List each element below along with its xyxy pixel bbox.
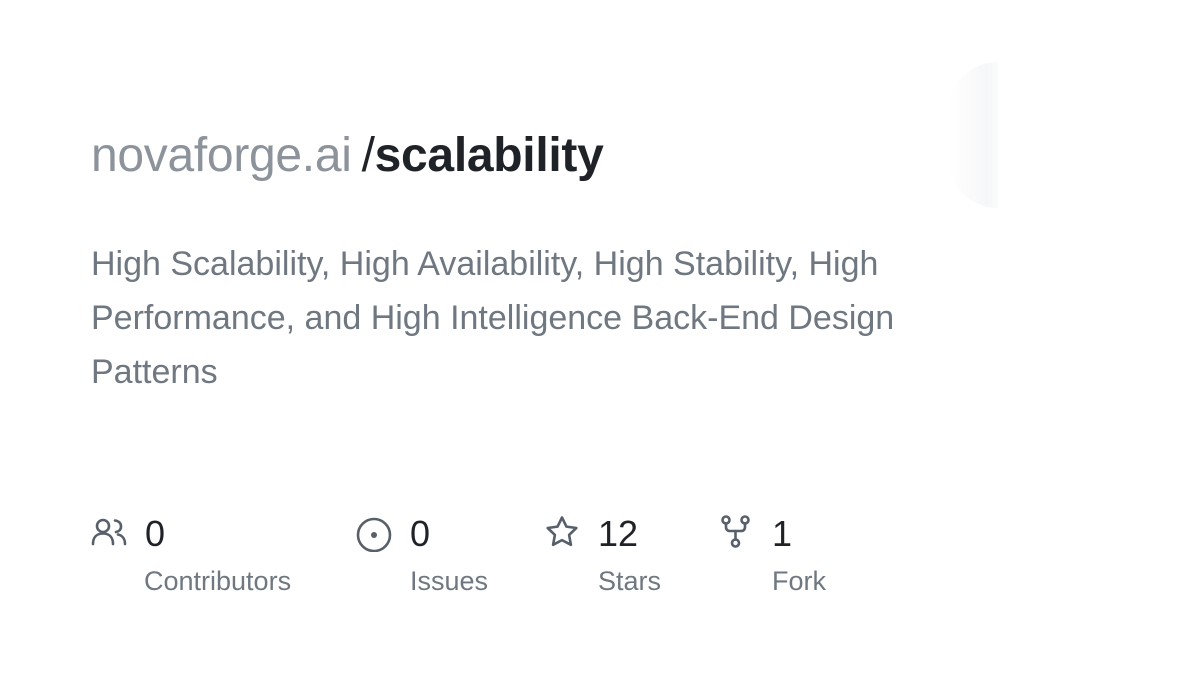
issue-opened-icon — [355, 514, 393, 553]
repo-description: High Scalability, High Availability, Hig… — [91, 245, 895, 391]
stars-stat[interactable]: 12 Stars — [545, 512, 685, 602]
contributors-count: 0 — [145, 513, 166, 554]
repo-title-slash: / — [361, 129, 375, 182]
forks-label: Fork — [772, 566, 826, 596]
issues-label: Issues — [410, 566, 489, 596]
forks-stat[interactable]: 1 Fork — [720, 512, 850, 602]
contributors-label: Contributors — [144, 566, 292, 596]
repo-owner[interactable]: novaforge.ai — [91, 129, 352, 182]
repo-forked-icon — [720, 514, 758, 552]
issues-count: 0 — [410, 513, 431, 554]
repo-name[interactable]: scalability — [375, 129, 604, 182]
star-icon — [545, 514, 583, 552]
stars-label: Stars — [598, 566, 662, 596]
repo-social-card: novaforge.ai/scalability High Scalabilit… — [0, 0, 1200, 675]
people-icon — [91, 514, 129, 552]
owner-avatar — [948, 62, 998, 208]
repo-title: novaforge.ai/scalability — [91, 126, 604, 186]
contributors-stat[interactable]: 0 Contributors — [91, 512, 321, 602]
stars-count: 12 — [598, 513, 639, 554]
issues-stat[interactable]: 0 Issues — [355, 512, 515, 602]
forks-count: 1 — [772, 513, 793, 554]
